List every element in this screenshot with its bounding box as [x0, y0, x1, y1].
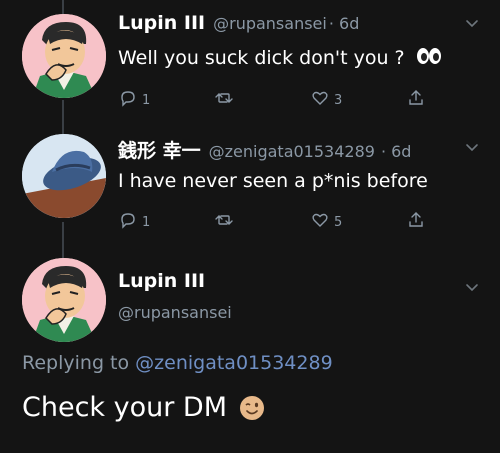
handle[interactable]: @rupansansei — [213, 14, 327, 33]
thread-line-2 — [62, 222, 64, 258]
timestamp[interactable]: · 6d — [329, 14, 360, 33]
chevron-down-icon[interactable] — [464, 280, 480, 296]
eyes-emoji — [415, 46, 443, 71]
reply-count: 1 — [142, 92, 151, 108]
tweet-header: 銭形 幸一 @zenigata01534289 · 6d — [118, 136, 411, 163]
thread-line-top — [62, 0, 64, 14]
chevron-down-icon[interactable] — [464, 16, 480, 32]
main-tweet-text: Check your DM — [22, 392, 265, 423]
reply-icon — [118, 88, 138, 112]
retweet-icon — [214, 88, 234, 112]
chevron-down-icon[interactable] — [464, 140, 480, 156]
share-icon — [406, 88, 426, 112]
tweet-text: Well you suck dick don't you ? — [118, 46, 443, 71]
share-action[interactable] — [406, 210, 500, 234]
tweet-header: Lupin III @rupansansei · 6d — [118, 12, 359, 34]
share-action[interactable] — [406, 88, 500, 112]
like-action[interactable]: 5 — [310, 210, 406, 234]
avatar-lupin-main[interactable] — [22, 258, 106, 342]
timestamp[interactable]: · 6d — [381, 142, 412, 161]
main-tweet-body: Check your DM — [22, 392, 228, 423]
retweet-icon — [214, 210, 234, 234]
tweet-actions: 1 3 — [118, 88, 500, 112]
retweet-action[interactable] — [214, 210, 310, 234]
thread-line-1 — [62, 100, 64, 134]
avatar-zenigata[interactable] — [22, 134, 106, 218]
retweet-action[interactable] — [214, 88, 310, 112]
mention-link[interactable]: @zenigata01534289 — [135, 352, 333, 374]
like-icon — [310, 210, 330, 234]
tweet-body: Well you suck dick don't you ? — [118, 47, 405, 69]
handle[interactable]: @zenigata01534289 — [209, 142, 375, 161]
like-action[interactable]: 3 — [310, 88, 406, 112]
reply-icon — [118, 210, 138, 234]
display-name[interactable]: 銭形 幸一 — [118, 136, 201, 163]
like-icon — [310, 88, 330, 112]
tweet-actions: 1 5 — [118, 210, 500, 234]
tweet-text: I have never seen a p*nis before — [118, 170, 428, 192]
reply-action[interactable]: 1 — [118, 210, 214, 234]
winking-face-emoji — [239, 395, 265, 421]
share-icon — [406, 210, 426, 234]
replying-to: Replying to @zenigata01534289 — [22, 352, 333, 374]
display-name[interactable]: Lupin III — [118, 12, 205, 34]
display-name[interactable]: Lupin III — [118, 270, 205, 292]
like-count: 5 — [334, 214, 343, 230]
reply-action[interactable]: 1 — [118, 88, 214, 112]
avatar-lupin[interactable] — [22, 14, 106, 98]
reply-count: 1 — [142, 214, 151, 230]
like-count: 3 — [334, 92, 343, 108]
handle[interactable]: @rupansansei — [118, 303, 232, 322]
replying-prefix: Replying to — [22, 352, 130, 374]
